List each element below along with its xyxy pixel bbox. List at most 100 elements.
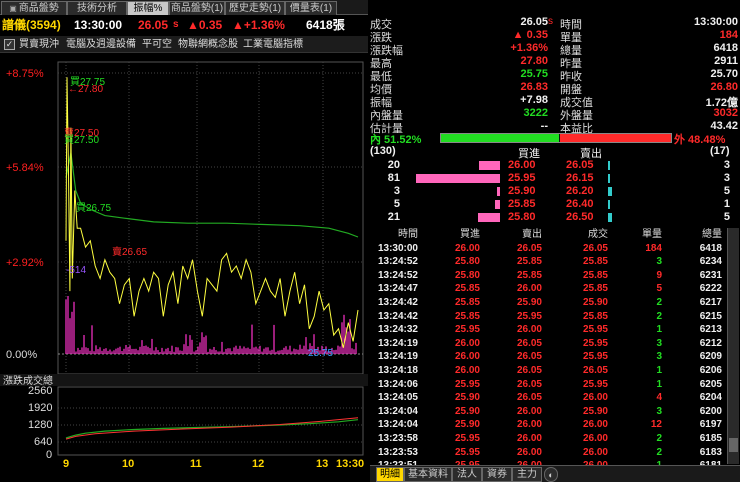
checkbox-icon[interactable]: ✓ [4, 39, 15, 50]
tick-cell: 26.00 [516, 433, 542, 444]
tab-market-status-1[interactable]: 商品盤勢(1) [169, 1, 225, 15]
tick-cell: 25.95 [582, 337, 608, 349]
tick-cell: 26.00 [516, 283, 542, 295]
tab-price-volume-1[interactable]: 價量表(1) [285, 1, 337, 15]
stat-value: 3032 [713, 107, 738, 119]
tick-cell: 25.90 [516, 297, 542, 308]
ask-qty: 5 [723, 185, 730, 197]
ask-qty: 3 [723, 172, 730, 184]
tick-cell: 13:24:04 [377, 405, 418, 417]
vol-tick-4: 640 [34, 436, 52, 448]
table-row[interactable]: 13:24:04 25.90 26.00 25.90 3 6200 [370, 405, 725, 419]
table-row[interactable]: 13:24:52 25.80 25.85 25.85 3 6234 [370, 255, 725, 269]
tick-cell: 26.00 [516, 405, 542, 417]
tick-cell: 25.95 [454, 324, 480, 336]
table-row[interactable]: 13:24:42 25.85 25.90 25.90 2 6217 [370, 296, 725, 310]
filter-iot[interactable]: 物聯網概念股 [178, 36, 238, 53]
tick-cell: 6213 [699, 324, 722, 336]
bid-qty: 81 [387, 172, 400, 184]
table-row[interactable]: 13:24:05 25.90 26.05 26.00 4 6204 [370, 391, 725, 405]
tick-cell: 26.00 [454, 351, 480, 363]
tick-cell: 13:30:00 [377, 242, 418, 254]
quote-price-flag: s [173, 19, 179, 30]
tick-cell: 13:24:18 [377, 365, 418, 376]
tick-cell: 26.00 [516, 419, 542, 431]
tick-cell: 2 [656, 297, 662, 308]
window-icon: ▣ [9, 4, 17, 13]
filter-computer-peripheral[interactable]: 電腦及週邊設備 [66, 36, 136, 53]
tick-cell: 3 [656, 337, 662, 349]
quote-price: 26.05 [138, 18, 169, 32]
tick-cell: 6212 [699, 337, 722, 349]
ask-qty-bar [608, 161, 610, 170]
intraday-chart[interactable]: +8.75% +5.84% +2.92% 0.00% 買27.75 ←27.80… [0, 54, 368, 470]
tick-cell: 13:24:06 [377, 378, 418, 390]
bid-total: (130) [370, 145, 396, 157]
tick-cell: 26.05 [516, 351, 542, 363]
stock-name[interactable]: 譜儀(3594) [2, 16, 61, 34]
tick-cell: 26.00 [516, 446, 542, 458]
tick-cell: 6209 [699, 351, 722, 363]
stat-value: 26.80 [710, 81, 738, 93]
annotation-volume-diff: -514 [66, 265, 86, 276]
table-row[interactable]: 13:24:52 25.80 25.85 25.85 9 6231 [370, 269, 725, 283]
y-tick-4: 0.00% [6, 349, 37, 361]
tick-cell: 184 [645, 242, 662, 254]
tab-market-status[interactable]: ▣ 商品盤勢 [1, 1, 67, 15]
table-row[interactable]: 13:30:00 26.00 26.05 26.05 184 6418 [370, 242, 725, 256]
table-row[interactable]: 13:24:47 25.85 26.00 25.85 5 6222 [370, 282, 725, 296]
bid-price: 25.90 [508, 185, 536, 197]
top-tab-bar: ▣ 商品盤勢 技術分析 振幅% 商品盤勢(1) 歷史走勢(1) 價量表(1) [0, 0, 368, 15]
x-tick-10: 10 [122, 458, 134, 470]
annotation-bid-2: 買26.75 [76, 202, 111, 214]
tab-main-force[interactable]: 主力 [512, 467, 542, 482]
stat-value: 13:30:00 [693, 16, 738, 28]
table-row[interactable]: 13:24:19 26.00 26.05 25.95 3 6212 [370, 337, 725, 351]
bid-price: 25.85 [508, 198, 536, 210]
tab-margin[interactable]: 資券 [482, 467, 512, 482]
tick-cell: 25.85 [582, 310, 608, 322]
tick-cell: 13:24:42 [377, 310, 418, 322]
tab-basic-info[interactable]: 基本資料 [404, 467, 452, 482]
tab-history-trend-1[interactable]: 歷史走勢(1) [225, 1, 285, 15]
table-row[interactable]: 13:24:18 26.00 26.05 26.05 1 6206 [370, 364, 725, 378]
tick-cell: 25.95 [582, 324, 608, 336]
tab-technical-analysis[interactable]: 技術分析 [67, 1, 127, 15]
y-tick-2: +5.84% [6, 162, 44, 174]
tab-amplitude[interactable]: 振幅% [127, 1, 169, 15]
tick-cell: 25.95 [516, 310, 542, 322]
vol-tick-1: 2560 [28, 385, 52, 397]
table-row[interactable]: 13:24:04 25.90 26.00 26.00 12 6197 [370, 418, 725, 432]
table-row[interactable]: 13:24:42 25.85 25.95 25.85 2 6215 [370, 310, 725, 324]
table-row[interactable]: 13:24:06 25.95 26.05 25.95 1 6205 [370, 378, 725, 392]
tick-table-header: 時間 買進 賣出 成交 單量 總量 [370, 228, 725, 242]
filter-industrial-pc[interactable]: 工業電腦指標 [243, 36, 303, 53]
bid-price: 26.00 [508, 159, 536, 171]
x-tick-12: 12 [252, 458, 264, 470]
tick-cell: 25.85 [454, 310, 480, 322]
tick-cell: 26.00 [516, 324, 542, 336]
filter-can-short[interactable]: 平可空 [142, 36, 172, 53]
tick-cell: 3 [656, 351, 662, 363]
quote-time: 13:30:00 [74, 18, 123, 32]
x-tick-9: 9 [63, 458, 69, 470]
bid-qty: 21 [387, 211, 400, 223]
tick-header-cell: 買進 [460, 229, 480, 240]
tick-table-scrollbar[interactable] [727, 228, 739, 464]
scrollbar-thumb[interactable] [729, 438, 738, 452]
tab-detail[interactable]: 明細 [376, 467, 404, 482]
table-row[interactable]: 13:24:19 26.00 26.05 25.95 3 6209 [370, 350, 725, 364]
tick-cell: 1 [656, 365, 662, 376]
more-tabs-icon[interactable]: ◐ [544, 467, 558, 482]
tick-cell: 6231 [699, 269, 722, 281]
table-row[interactable]: 13:24:32 25.95 26.00 25.95 1 6213 [370, 323, 725, 337]
stat-value: 27.80 [520, 55, 548, 67]
ask-qty: 3 [723, 159, 730, 171]
intraday-chart-svg: +8.75% +5.84% +2.92% 0.00% 買27.75 ←27.80… [0, 54, 368, 470]
table-row[interactable]: 13:23:53 25.95 26.00 26.00 2 6183 [370, 446, 725, 460]
tick-cell: 26.00 [582, 392, 608, 404]
table-row[interactable]: 13:23:58 25.95 26.00 26.00 2 6185 [370, 432, 725, 446]
tick-cell: 9 [656, 269, 662, 281]
filter-day-trade[interactable]: 買賣現沖 [19, 36, 59, 53]
tab-institutional[interactable]: 法人 [452, 467, 482, 482]
